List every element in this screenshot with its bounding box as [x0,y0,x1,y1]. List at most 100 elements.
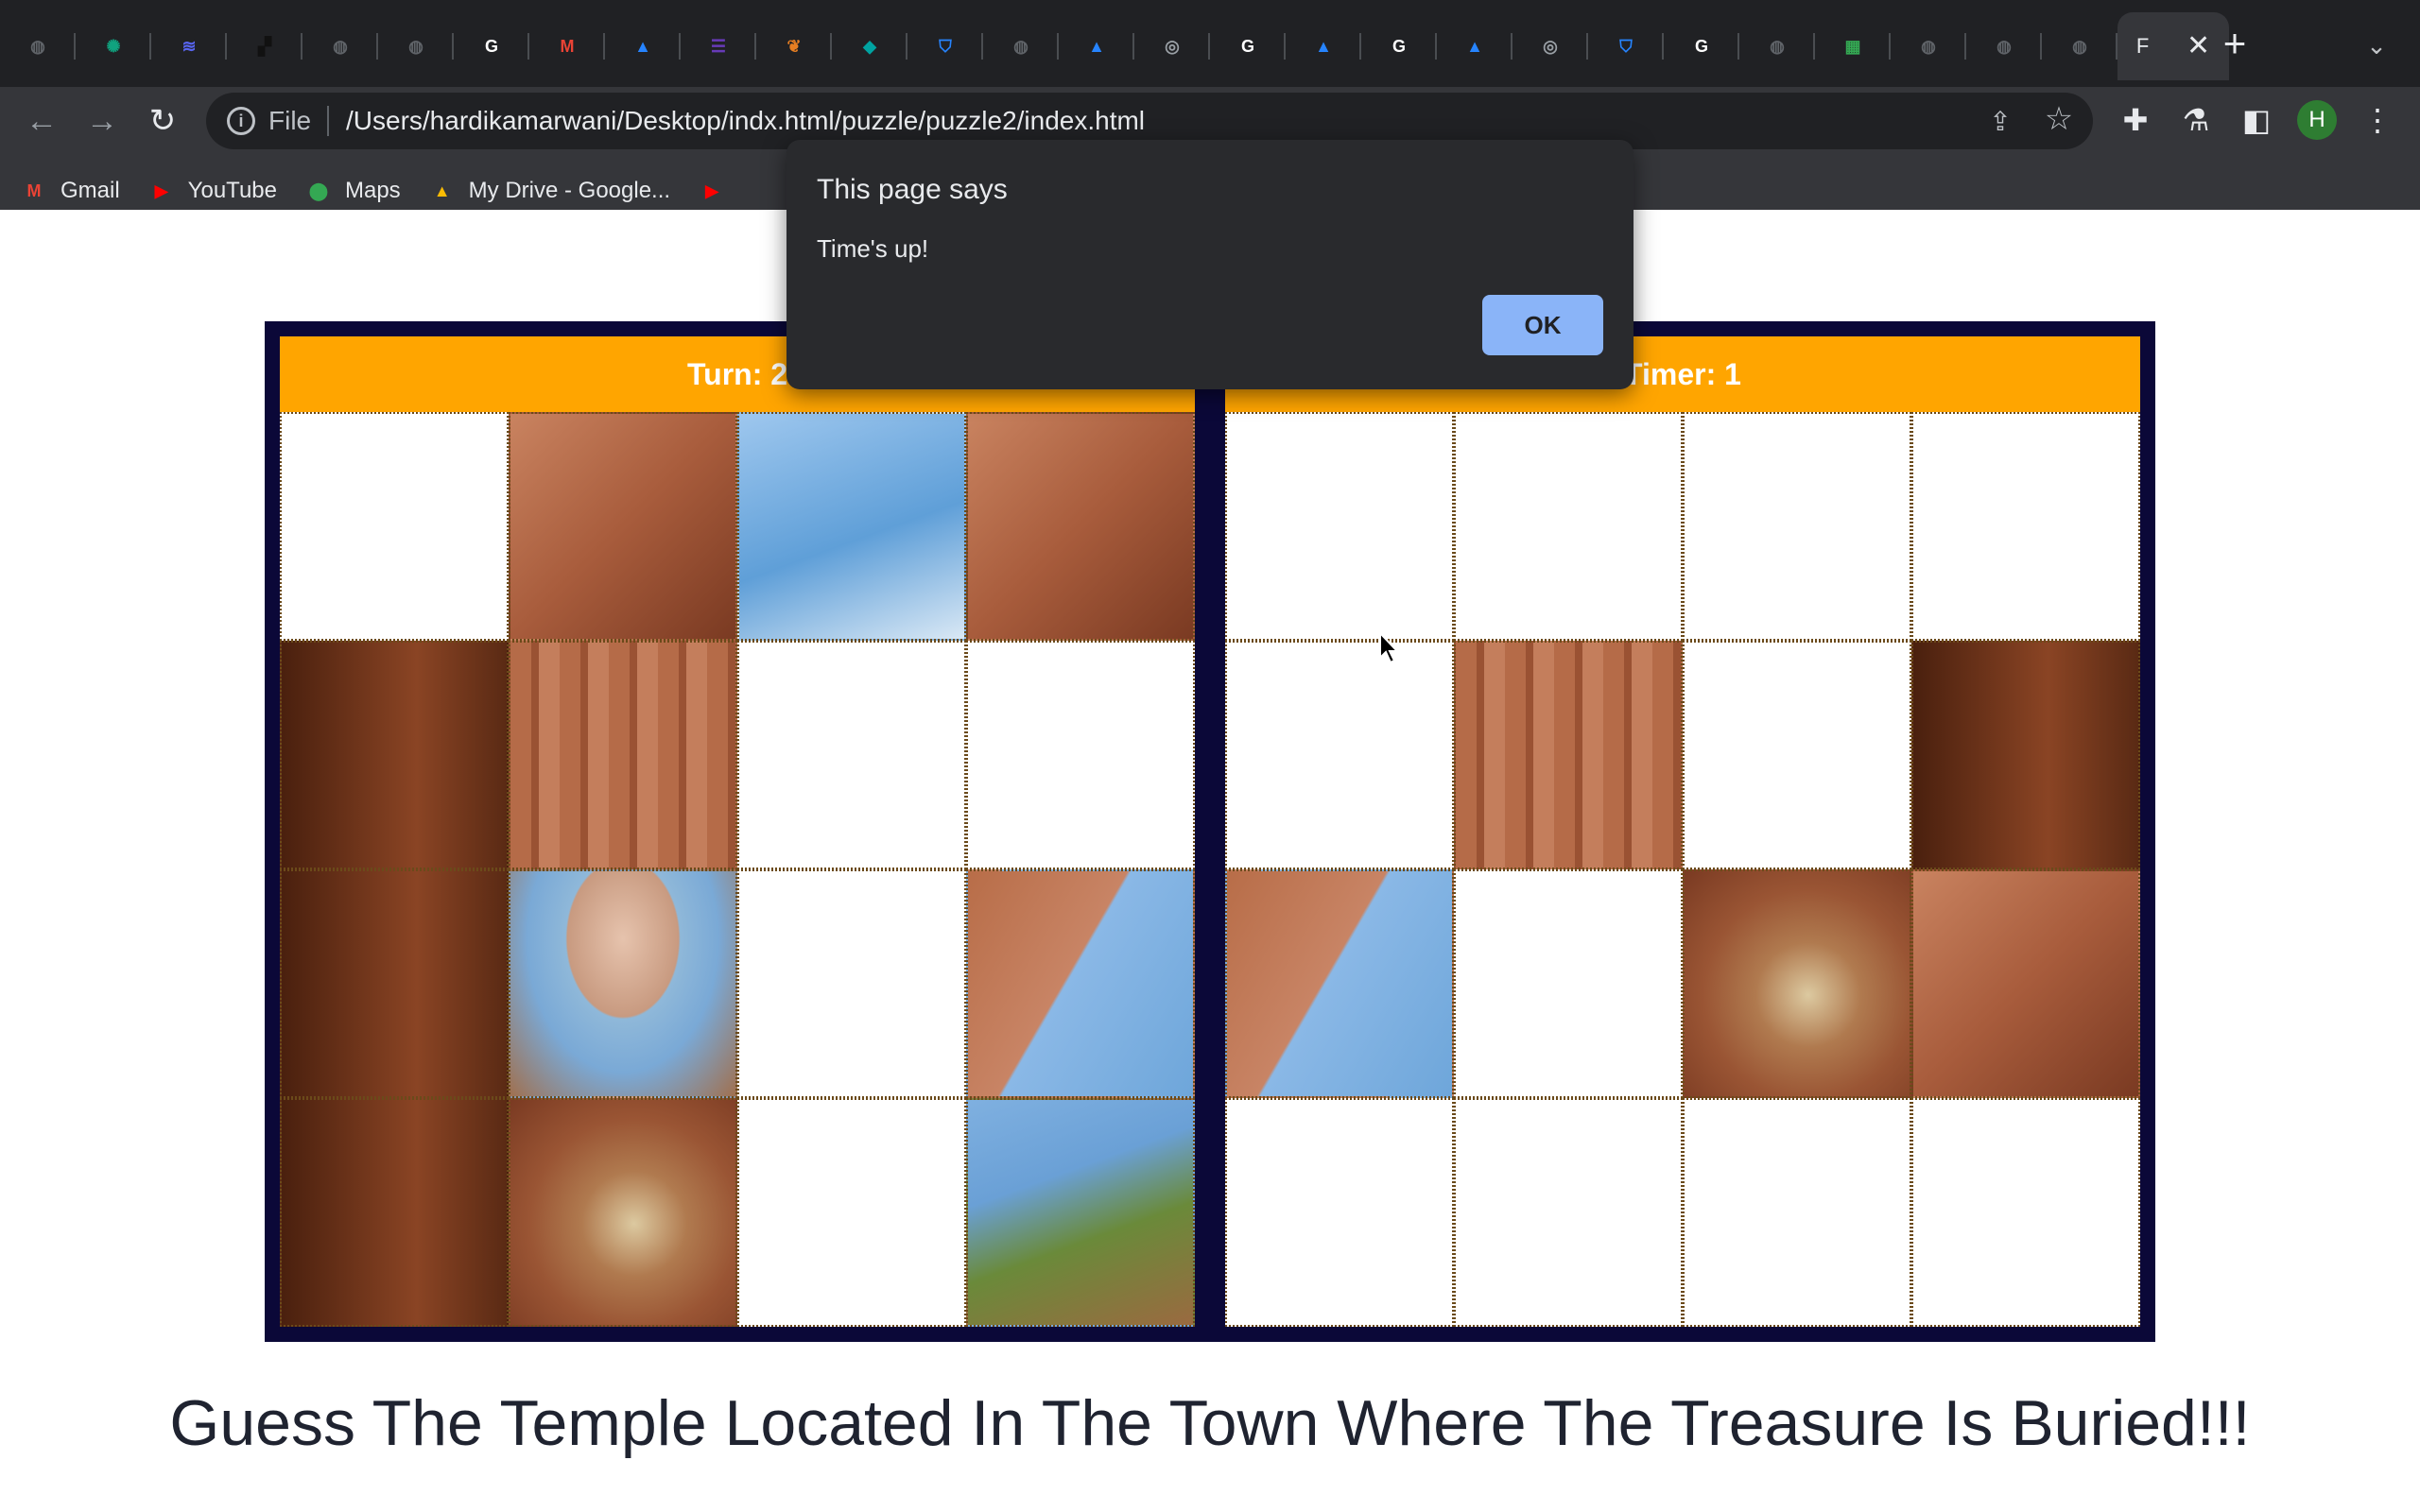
right-empty-slot[interactable] [1225,641,1454,869]
right-empty-slot[interactable] [1683,1098,1911,1327]
browser-tab[interactable]: ▲ [1286,12,1361,80]
browser-tab[interactable]: ▲ [1059,12,1134,80]
browser-tab[interactable]: ◍ [983,12,1059,80]
right-empty-slot[interactable] [1454,412,1683,641]
labs-icon[interactable]: ⚗ [2172,96,2220,144]
bookmark-item[interactable]: ⬤ Maps [305,168,401,214]
browser-tab[interactable]: ✺ [76,12,151,80]
google-icon: G [1694,36,1708,56]
google-icon: G [1392,36,1406,56]
browser-tab[interactable]: ⛉ [908,12,983,80]
right-puzzle-tile[interactable] [1454,641,1683,869]
browser-tab[interactable]: ▦ [1815,12,1891,80]
globe-icon: ◍ [1770,36,1785,56]
left-puzzle-tile[interactable] [509,641,737,869]
right-empty-slot[interactable] [1225,1098,1454,1327]
left-puzzle-tile[interactable] [280,1098,509,1327]
right-puzzle-tile[interactable] [1225,869,1454,1098]
left-puzzle-tile[interactable] [966,1098,1195,1327]
browser-tab[interactable]: ◍ [0,12,76,80]
left-puzzle-tile[interactable] [509,1098,737,1327]
browser-tab[interactable]: ◍ [2042,12,2118,80]
tab-strip: ◍ ✺ ≋ ▞ ◍ ◍ G M ▲ ☰ ❦ ◆ ⛉ ◍ ▲ ◎ G ▲ G ▲ ◎ ⛉ G ◍ ▦ ◍ ◍ ◍ F ✕ + ⌄ [0,0,2420,87]
browser-menu-icon[interactable]: ⋮ [2354,96,2401,144]
side-panel-icon[interactable]: ◧ [2233,96,2280,144]
right-empty-slot[interactable] [1454,1098,1683,1327]
browser-tab[interactable]: ▲ [1437,12,1512,80]
right-empty-slot[interactable] [1454,869,1683,1098]
back-button[interactable]: ← [15,94,68,147]
browser-tab[interactable]: ≋ [151,12,227,80]
right-empty-slot[interactable] [1225,412,1454,641]
profile-avatar[interactable]: H [2297,100,2337,140]
browser-tab[interactable]: ◍ [378,12,454,80]
browser-tab[interactable]: ◎ [1512,12,1588,80]
leaf-icon: ❦ [786,36,802,56]
left-puzzle-tile[interactable] [509,869,737,1098]
right-puzzle-tile[interactable] [1911,869,2140,1098]
bookmark-item[interactable]: ▲ My Drive - Google... [429,168,670,214]
left-puzzle-tile[interactable] [966,869,1195,1098]
left-puzzle-tile[interactable] [509,412,737,641]
browser-tab[interactable]: ◆ [832,12,908,80]
globe-icon: ◍ [333,36,348,56]
tab-list: ◍ ✺ ≋ ▞ ◍ ◍ G M ▲ ☰ ❦ ◆ ⛉ ◍ ▲ ◎ G ▲ G ▲ ◎ ⛉ G ◍ ▦ ◍ ◍ ◍ F ✕ [0,0,2229,87]
bookmark-item[interactable]: ▶ YouTube [148,168,277,214]
right-empty-slot[interactable] [1911,1098,2140,1327]
browser-tab[interactable]: M [529,12,605,80]
close-tab-icon[interactable]: ✕ [2187,32,2210,60]
browser-tab[interactable]: G [1664,12,1739,80]
left-empty-slot[interactable] [966,641,1195,869]
browser-tab[interactable]: ◍ [302,12,378,80]
bookmark-star-icon[interactable]: ☆ [2040,100,2078,138]
browser-tab[interactable]: ☰ [681,12,756,80]
bookmark-label: My Drive - Google... [468,178,671,203]
ok-button[interactable]: OK [1482,295,1603,355]
bookmark-item[interactable]: M Gmail [21,168,120,214]
reload-button[interactable]: ↻ [136,94,189,147]
browser-tab[interactable]: ▲ [605,12,681,80]
left-puzzle-tile[interactable] [280,869,509,1098]
alert-title: This page says [817,174,1008,205]
forward-button[interactable]: → [76,94,129,147]
diamond-icon: ◆ [863,36,876,56]
browser-tab[interactable]: ❦ [756,12,832,80]
omnibox-divider [327,106,329,136]
browser-tab[interactable]: G [1361,12,1437,80]
puzzle-grid-right [1225,412,2140,1327]
left-empty-slot[interactable] [280,412,509,641]
browser-tab[interactable]: ▞ [227,12,302,80]
browser-tab[interactable]: ◍ [1891,12,1966,80]
url-text[interactable]: /Users/hardikamarwani/Desktop/indx.html/… [346,106,1145,136]
chrome-icon: ◎ [1165,36,1180,56]
right-empty-slot[interactable] [1683,412,1911,641]
left-empty-slot[interactable] [737,869,966,1098]
chrome-icon: ◎ [1543,36,1558,56]
browser-tab[interactable]: ◍ [1739,12,1815,80]
tab-search-button[interactable]: ⌄ [2356,25,2397,66]
bookmark-item[interactable]: ▶ [699,168,738,214]
globe-icon: ◍ [408,36,424,56]
globe-icon: ◍ [1996,36,2012,56]
left-empty-slot[interactable] [737,641,966,869]
browser-tab[interactable]: ◍ [1966,12,2042,80]
right-empty-slot[interactable] [1683,641,1911,869]
right-puzzle-tile[interactable] [1911,641,2140,869]
browser-tab[interactable]: ⛉ [1588,12,1664,80]
browser-tab[interactable]: ◎ [1134,12,1210,80]
share-icon[interactable]: ⇪ [1983,104,2017,138]
browser-tab[interactable]: G [454,12,529,80]
left-puzzle-tile[interactable] [737,412,966,641]
new-tab-button[interactable]: + [2212,21,2257,66]
left-puzzle-tile[interactable] [966,412,1195,641]
left-empty-slot[interactable] [737,1098,966,1327]
sheets-icon: ▦ [1844,36,1861,56]
right-empty-slot[interactable] [1911,412,2140,641]
right-puzzle-tile[interactable] [1683,869,1911,1098]
extensions-icon[interactable]: ✚ [2112,96,2159,144]
mouse-cursor-icon [1379,631,1400,664]
info-icon[interactable]: i [227,107,255,135]
left-puzzle-tile[interactable] [280,641,509,869]
browser-tab[interactable]: G [1210,12,1286,80]
drive-icon: ▲ [433,180,451,200]
